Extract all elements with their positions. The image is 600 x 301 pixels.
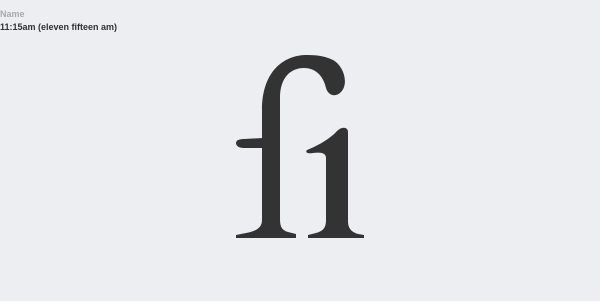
glyph-preview bbox=[0, 0, 600, 301]
fi-ligature-icon bbox=[236, 55, 364, 238]
fi-ligature-shape bbox=[236, 55, 364, 238]
